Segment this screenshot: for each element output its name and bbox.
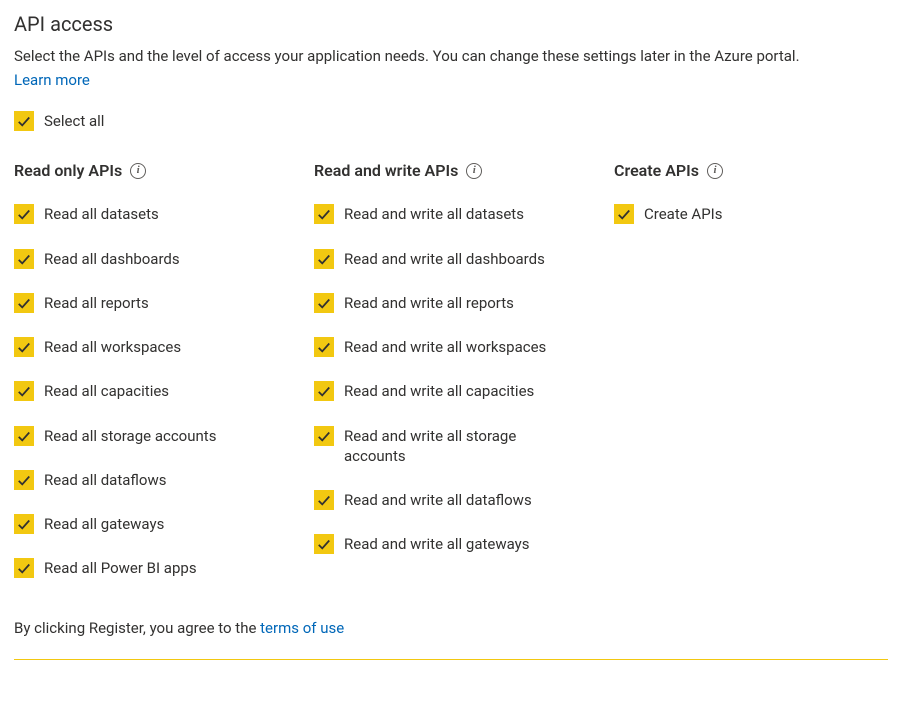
api-item-checkbox[interactable] — [314, 534, 334, 554]
api-item-row: Read and write all datasets — [314, 204, 614, 224]
create-column: Create APIs i Create APIs — [614, 161, 864, 602]
api-item-checkbox[interactable] — [314, 337, 334, 357]
api-item-label: Read and write all storage accounts — [344, 426, 574, 467]
create-header-label: Create APIs — [614, 161, 699, 180]
check-icon — [317, 340, 331, 354]
api-item-label: Read all datasets — [44, 204, 159, 224]
api-item-label: Read all storage accounts — [44, 426, 216, 446]
check-icon — [17, 296, 31, 310]
check-icon — [317, 296, 331, 310]
check-icon — [317, 493, 331, 507]
api-item-label: Read and write all workspaces — [344, 337, 546, 357]
api-item-checkbox[interactable] — [314, 426, 334, 446]
api-item-row: Read and write all reports — [314, 293, 614, 313]
terms-of-use-link[interactable]: terms of use — [260, 619, 344, 637]
check-icon — [17, 252, 31, 266]
api-item-checkbox[interactable] — [614, 204, 634, 224]
check-icon — [17, 561, 31, 575]
check-icon — [317, 429, 331, 443]
api-item-label: Read and write all reports — [344, 293, 514, 313]
api-item-row: Read and write all workspaces — [314, 337, 614, 357]
api-item-label: Read and write all capacities — [344, 381, 534, 401]
api-item-row: Read and write all capacities — [314, 381, 614, 401]
api-item-row: Read all workspaces — [14, 337, 314, 357]
info-icon[interactable]: i — [707, 163, 723, 179]
api-item-checkbox[interactable] — [314, 490, 334, 510]
api-item-row: Create APIs — [614, 204, 864, 224]
api-item-checkbox[interactable] — [314, 381, 334, 401]
check-icon — [17, 384, 31, 398]
api-item-checkbox[interactable] — [314, 249, 334, 269]
readonly-column: Read only APIs i Read all datasetsRead a… — [14, 161, 314, 602]
api-item-checkbox[interactable] — [14, 249, 34, 269]
api-item-label: Read all reports — [44, 293, 149, 313]
api-item-label: Read all Power BI apps — [44, 558, 197, 578]
create-items: Create APIs — [614, 204, 864, 224]
readwrite-column: Read and write APIs i Read and write all… — [314, 161, 614, 602]
api-item-label: Create APIs — [644, 204, 722, 224]
terms-prefix: By clicking Register, you agree to the — [14, 619, 260, 637]
api-item-checkbox[interactable] — [314, 293, 334, 313]
api-item-label: Read all dashboards — [44, 249, 180, 269]
api-item-checkbox[interactable] — [314, 204, 334, 224]
check-icon — [317, 252, 331, 266]
api-item-checkbox[interactable] — [14, 381, 34, 401]
readonly-header-label: Read only APIs — [14, 161, 122, 180]
api-item-checkbox[interactable] — [14, 558, 34, 578]
api-item-row: Read and write all dashboards — [314, 249, 614, 269]
api-item-checkbox[interactable] — [14, 337, 34, 357]
check-icon — [17, 207, 31, 221]
api-item-row: Read and write all gateways — [314, 534, 614, 554]
api-item-checkbox[interactable] — [14, 426, 34, 446]
check-icon — [617, 207, 631, 221]
api-item-label: Read all workspaces — [44, 337, 181, 357]
api-item-checkbox[interactable] — [14, 204, 34, 224]
readwrite-items: Read and write all datasets Read and writ… — [314, 204, 614, 554]
api-item-row: Read all storage accounts — [14, 426, 314, 446]
divider — [14, 659, 888, 660]
check-icon — [17, 473, 31, 487]
api-item-row: Read all dataflows — [14, 470, 314, 490]
select-all-label: Select all — [44, 111, 104, 131]
api-item-label: Read and write all dataflows — [344, 490, 532, 510]
api-item-label: Read all capacities — [44, 381, 169, 401]
api-item-checkbox[interactable] — [14, 514, 34, 534]
api-item-row: Read all Power BI apps — [14, 558, 314, 578]
check-icon — [317, 537, 331, 551]
api-item-label: Read and write all datasets — [344, 204, 524, 224]
api-item-label: Read all gateways — [44, 514, 164, 534]
readwrite-header-label: Read and write APIs — [314, 161, 458, 180]
check-icon — [17, 114, 31, 128]
api-item-row: Read all datasets — [14, 204, 314, 224]
api-item-checkbox[interactable] — [14, 470, 34, 490]
api-item-row: Read all gateways — [14, 514, 314, 534]
check-icon — [317, 207, 331, 221]
select-all-checkbox[interactable] — [14, 111, 34, 131]
api-item-row: Read and write all dataflows — [314, 490, 614, 510]
api-item-row: Read all capacities — [14, 381, 314, 401]
api-item-row: Read all reports — [14, 293, 314, 313]
api-item-row: Read all dashboards — [14, 249, 314, 269]
info-icon[interactable]: i — [466, 163, 482, 179]
readonly-items: Read all datasets Read all dashboards Read… — [14, 204, 314, 578]
api-item-checkbox[interactable] — [14, 293, 34, 313]
api-item-label: Read and write all gateways — [344, 534, 530, 554]
terms-footer: By clicking Register, you agree to the t… — [14, 619, 888, 637]
page-title: API access — [14, 12, 888, 36]
api-item-row: Read and write all storage accounts — [314, 426, 614, 467]
check-icon — [17, 340, 31, 354]
check-icon — [17, 429, 31, 443]
check-icon — [317, 384, 331, 398]
check-icon — [17, 517, 31, 531]
api-access-description: Select the APIs and the level of access … — [14, 46, 874, 67]
info-icon[interactable]: i — [130, 163, 146, 179]
api-item-label: Read and write all dashboards — [344, 249, 545, 269]
api-item-label: Read all dataflows — [44, 470, 166, 490]
learn-more-link[interactable]: Learn more — [14, 71, 90, 89]
